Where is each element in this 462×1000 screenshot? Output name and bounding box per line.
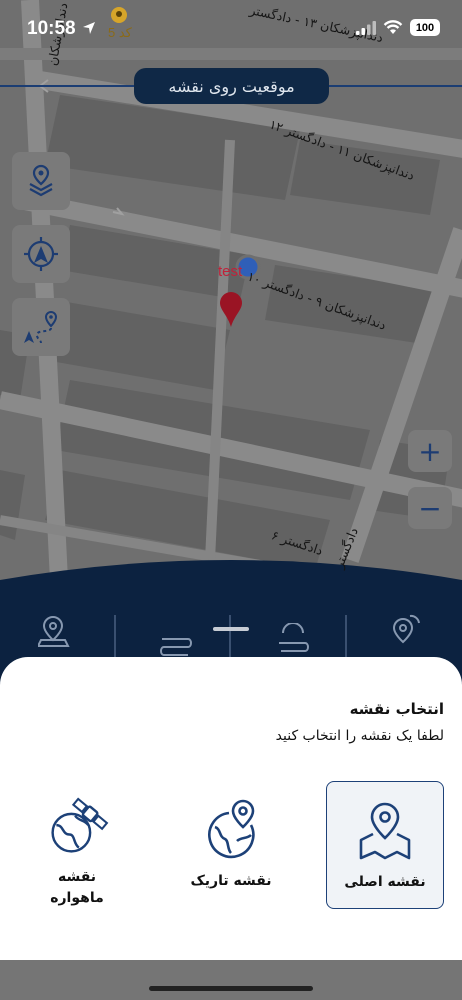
- map-type-sheet: انتخاب نقشه لطفا یک نقشه را انتخاب کنید …: [0, 657, 462, 960]
- status-time: 10:58: [27, 18, 76, 39]
- location-arrow-icon: [83, 22, 95, 34]
- zoom-out-button[interactable]: −: [408, 487, 452, 529]
- option-dark-map[interactable]: نقشه تاریک: [172, 781, 290, 909]
- sheet-subtitle: لطفا یک نقشه را انتخاب کنید: [275, 728, 444, 744]
- option-label: نقشه ماهواره: [50, 869, 104, 906]
- route-icon: [24, 310, 58, 344]
- globe-pin-icon: [208, 799, 255, 859]
- map-pin-icon: [359, 802, 411, 860]
- option-label: نقشه تاریک: [190, 873, 272, 889]
- locate-button[interactable]: [12, 225, 70, 283]
- signal-icon: [356, 20, 376, 35]
- status-indicators: 100: [356, 19, 440, 36]
- crosshair-icon: [24, 237, 58, 271]
- route-button[interactable]: [12, 298, 70, 356]
- page-title: موقعیت روی نقشه: [134, 68, 329, 104]
- option-main-map[interactable]: نقشه اصلی: [326, 781, 444, 909]
- layers-button[interactable]: [12, 152, 70, 210]
- wifi-icon: [383, 20, 403, 34]
- battery-indicator: 100: [410, 19, 440, 36]
- marker-caption: test: [218, 263, 243, 280]
- status-bar: 10:58 کد 5 100: [0, 0, 462, 60]
- store-badge: کد 5: [108, 25, 132, 40]
- option-satellite-map[interactable]: نقشه ماهواره: [18, 781, 136, 909]
- satellite-icon: [51, 797, 109, 853]
- layers-icon: [29, 164, 53, 197]
- live-pin-icon[interactable]: [388, 613, 422, 649]
- zoom-in-button[interactable]: +: [408, 430, 452, 472]
- sms-route-icon[interactable]: [158, 625, 194, 661]
- home-indicator-area: [0, 960, 462, 1000]
- home-indicator[interactable]: [149, 986, 313, 991]
- sms-pin-icon[interactable]: [38, 613, 72, 649]
- option-label: نقشه اصلی: [344, 874, 426, 890]
- store-pin-icon: [111, 7, 127, 23]
- live-route-icon[interactable]: [275, 623, 311, 659]
- sheet-title: انتخاب نقشه: [349, 700, 444, 718]
